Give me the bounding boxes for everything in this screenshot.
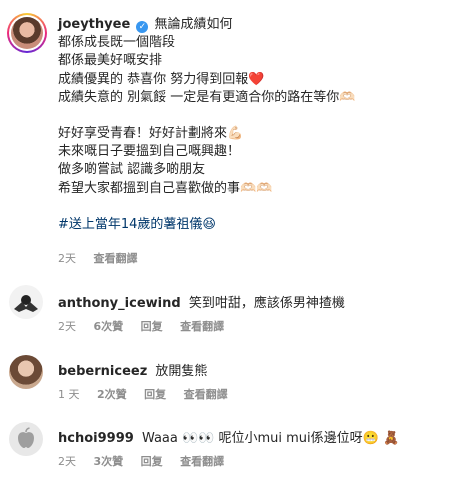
silhouette-icon <box>14 295 38 312</box>
comment-time: 2天 <box>58 455 76 468</box>
comment-avatar[interactable] <box>9 355 43 389</box>
caption-text: 無論成績如何 <box>154 17 233 32</box>
apple-logo-icon <box>18 427 34 448</box>
comment-time: 1 天 <box>58 388 80 401</box>
comment-row: beberniceez 放開隻熊 <box>58 360 207 379</box>
caption-first-line: joeythyee ✓ 無論成績如何 <box>58 16 448 34</box>
translate-button[interactable]: 查看翻譯 <box>180 320 224 333</box>
translate-button[interactable]: 查看翻譯 <box>180 455 224 468</box>
comment-username[interactable]: beberniceez <box>58 364 147 379</box>
post-caption: joeythyee ✓ 無論成績如何 都係成長既一個階段 都係最美好嘅安排 成績… <box>58 16 448 234</box>
like-count-button[interactable]: 6次贊 <box>94 320 124 333</box>
comment-text: 笑到咁甜，應該係男神揸機 <box>188 296 345 311</box>
like-count-button[interactable]: 3次贊 <box>94 455 124 468</box>
like-count-button[interactable]: 2次贊 <box>97 388 127 401</box>
hashtag-link[interactable]: #送上當年14歲的薯祖儀😆 <box>58 216 448 234</box>
comment-time: 2天 <box>58 320 76 333</box>
caption-line: 好好享受青春！好好計劃將來💪🏻 <box>58 126 244 142</box>
caption-line: 都係成長既一個階段 <box>58 35 176 51</box>
comment-meta-row: 2天 6次贊 回复 查看翻譯 <box>58 318 238 334</box>
translate-button[interactable]: 查看翻譯 <box>94 252 138 265</box>
comment-meta-row: 1 天 2次贊 回复 查看翻譯 <box>58 386 242 402</box>
reply-button[interactable]: 回复 <box>141 455 163 468</box>
comment-text: 放開隻熊 <box>155 364 208 379</box>
caption-line: 都係最美好嘅安排 <box>58 53 163 69</box>
verified-badge-icon: ✓ <box>136 21 149 33</box>
comment-avatar[interactable] <box>9 422 43 456</box>
post-author-avatar[interactable] <box>7 13 47 53</box>
comment-text: Waaa 👀👀 呢位小mui mui係邊位呀😬 🧸 <box>141 431 400 446</box>
comment-meta-row: 2天 3次贊 回复 查看翻譯 <box>58 453 238 469</box>
comment-username[interactable]: anthony_icewind <box>58 296 181 311</box>
caption-line: 做多啲嘗試 認識多啲朋友 <box>58 162 206 178</box>
post-username[interactable]: joeythyee <box>58 17 130 32</box>
post-time: 2天 <box>58 252 76 265</box>
caption-line: 希望大家都搵到自己喜歡做的事🫶🏻🫶🏻 <box>58 180 273 196</box>
reply-button[interactable]: 回复 <box>141 320 163 333</box>
comment-row: anthony_icewind 笑到咁甜，應該係男神揸機 <box>58 292 345 311</box>
translate-button[interactable]: 查看翻譯 <box>184 388 228 401</box>
comment-username[interactable]: hchoi9999 <box>58 431 134 446</box>
post-meta-row: 2天 查看翻譯 <box>58 250 152 266</box>
caption-line: 未來嘅日子要搵到自己嘅興趣！ <box>58 144 241 160</box>
caption-line: 成績優異的 恭喜你 努力得到回報❤️ <box>58 71 265 87</box>
caption-line: 成績失意的 別氣餒 一定是有更適合你的路在等你🫶🏻 <box>58 89 356 105</box>
comment-row: hchoi9999 Waaa 👀👀 呢位小mui mui係邊位呀😬 🧸 <box>58 427 399 446</box>
avatar-photo <box>11 17 43 49</box>
comment-avatar[interactable] <box>9 285 43 319</box>
reply-button[interactable]: 回复 <box>144 388 166 401</box>
